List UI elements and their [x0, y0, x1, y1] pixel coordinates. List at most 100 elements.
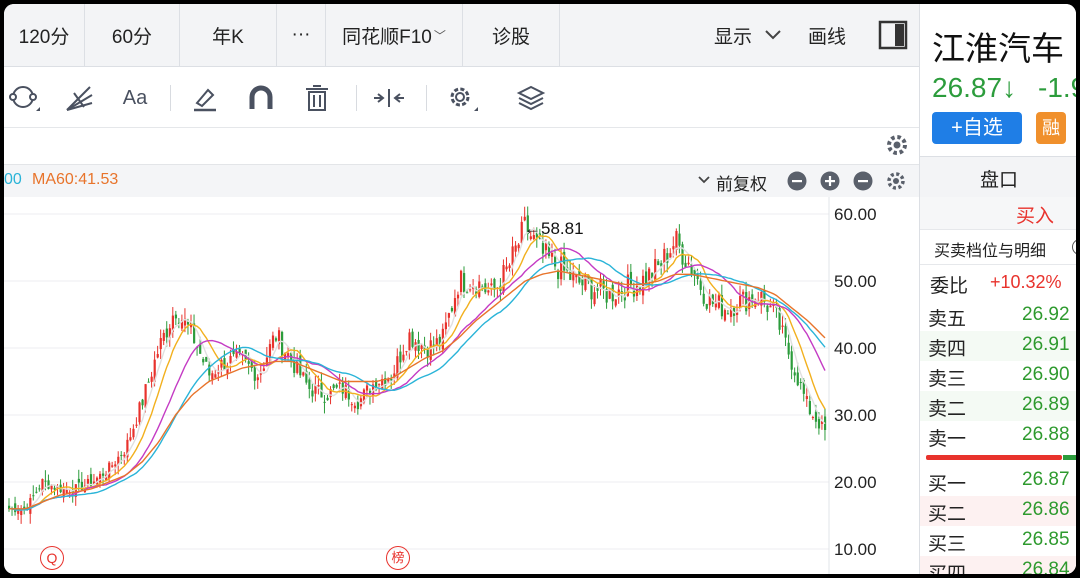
candle-body	[211, 373, 214, 380]
stock-change: -1.9	[1038, 72, 1076, 103]
candle-body	[262, 368, 265, 371]
candle-body	[745, 292, 748, 312]
y-tick-label: 40.00	[834, 339, 877, 358]
candle-body	[253, 365, 256, 381]
ma60-line	[9, 270, 826, 510]
candle-body	[111, 465, 114, 467]
candle-body	[405, 351, 408, 353]
order-label: 卖五	[928, 309, 967, 330]
candle-body	[550, 252, 554, 257]
weibi-label: 委比	[930, 276, 969, 297]
trash-icon[interactable]	[300, 81, 334, 115]
cycle-tool-icon[interactable]	[6, 81, 40, 115]
margin-trading-badge: 融	[1036, 112, 1066, 144]
stock-side-panel: 江淮汽车 26.87↓ -1.9 +自选 融 盘口 买入 买卖档位与明细 委比 …	[919, 4, 1076, 574]
candle-body	[32, 495, 35, 497]
tab-label: 盘口	[980, 170, 1019, 191]
tab-diagnose[interactable]: 诊股	[463, 4, 560, 66]
buy-order-row[interactable]: 买一 26.87	[920, 466, 1076, 496]
layers-icon[interactable]	[514, 81, 548, 115]
event-marker-rank[interactable]: 榜	[386, 546, 410, 570]
draw-line-menu[interactable]: 画线	[808, 4, 846, 66]
buy-order-row[interactable]: 买三 26.85	[920, 526, 1076, 556]
sell-order-row[interactable]: 卖一 26.88	[920, 421, 1076, 451]
tab-label: 同花顺F10	[342, 26, 432, 48]
candle-body	[47, 480, 50, 489]
sell-order-row[interactable]: 卖三 26.90	[920, 361, 1076, 391]
indicator-settings-icon[interactable]	[885, 170, 907, 192]
candle-body	[517, 244, 520, 249]
ma30-line	[8, 257, 826, 511]
candle-body	[459, 270, 463, 292]
buy-sell-ratio-bar-green	[1063, 455, 1076, 460]
event-marker-q[interactable]: Q	[40, 546, 64, 570]
buy-order-row[interactable]: 买四 26.84	[920, 556, 1076, 574]
candle-body	[205, 356, 208, 362]
candle-body	[808, 401, 811, 415]
tab-pankou[interactable]: 盘口	[920, 156, 1076, 198]
candle-body	[463, 273, 466, 293]
candle-body	[50, 485, 53, 490]
candle-body	[429, 340, 432, 360]
tab-f10[interactable]: 同花顺F10 ﹀	[326, 4, 463, 66]
compress-width-icon[interactable]	[372, 81, 406, 115]
display-menu[interactable]: 显示	[714, 4, 784, 66]
weibi-row: 委比 +10.32%	[920, 265, 1076, 302]
candle-body	[378, 384, 381, 386]
text-tool-icon[interactable]: Aa	[118, 81, 152, 115]
candle-body	[390, 379, 393, 381]
buy-order-row[interactable]: 买二 26.86	[920, 496, 1076, 526]
price-adjust-dropdown[interactable]: 前复权	[716, 170, 767, 195]
sell-order-row[interactable]: 卖五 26.92	[920, 301, 1076, 331]
collapse-icon[interactable]	[853, 171, 873, 191]
candle-body	[781, 325, 784, 327]
candle-body	[99, 473, 102, 483]
candle-body	[399, 351, 402, 363]
order-price: 26.87	[1022, 469, 1070, 490]
order-price: 26.91	[1022, 334, 1070, 355]
candle-body	[723, 310, 727, 321]
candle-body	[614, 299, 617, 306]
sell-order-row[interactable]: 卖四 26.91	[920, 331, 1076, 361]
candle-body	[408, 332, 411, 351]
candle-body	[787, 342, 790, 355]
tab-year-k[interactable]: 年K	[180, 4, 277, 66]
chevron-down-icon[interactable]	[696, 173, 712, 187]
add-watchlist-button[interactable]: +自选	[932, 112, 1022, 144]
buy-sell-ratio-bar-red	[926, 455, 1062, 460]
candle-body	[769, 305, 772, 308]
panel-toggle-icon[interactable]	[878, 20, 908, 50]
gear-icon[interactable]	[884, 132, 910, 158]
candle-body	[544, 243, 548, 251]
candle-body	[53, 487, 56, 490]
candle-body	[302, 372, 305, 376]
candle-body	[641, 275, 645, 296]
candle-body	[135, 424, 138, 426]
info-icon[interactable]	[1072, 239, 1076, 255]
ma-fragment-value: 00	[4, 171, 22, 188]
zoom-in-icon[interactable]	[820, 171, 840, 191]
candle-body	[557, 271, 560, 280]
candle-body	[805, 396, 808, 400]
fibonacci-fan-icon[interactable]	[62, 81, 96, 115]
sell-order-row[interactable]: 卖二 26.89	[920, 391, 1076, 421]
tab-60min[interactable]: 60分	[85, 4, 180, 66]
candle-body	[814, 411, 818, 422]
candle-body	[338, 382, 341, 384]
candle-body	[162, 332, 165, 341]
magnet-icon[interactable]	[244, 81, 278, 115]
eraser-icon[interactable]	[188, 81, 222, 115]
candle-body	[365, 385, 369, 391]
settings-gear-icon[interactable]	[444, 81, 478, 115]
tab-120min[interactable]: 120分	[4, 4, 85, 66]
candle-body	[335, 384, 338, 388]
candle-body	[44, 480, 47, 482]
order-price: 26.84	[1022, 559, 1070, 574]
more-tabs-button[interactable]: ···	[277, 4, 326, 66]
candle-body	[672, 246, 675, 250]
zoom-out-icon[interactable]	[787, 171, 807, 191]
candlestick-chart[interactable]: 60.00 50.00 40.00 30.00 20.00 10.00 ←58.81 Q …	[4, 197, 919, 574]
candle-body	[590, 278, 593, 300]
candle-body	[323, 401, 326, 403]
buy-button[interactable]: 买入	[920, 197, 1076, 230]
